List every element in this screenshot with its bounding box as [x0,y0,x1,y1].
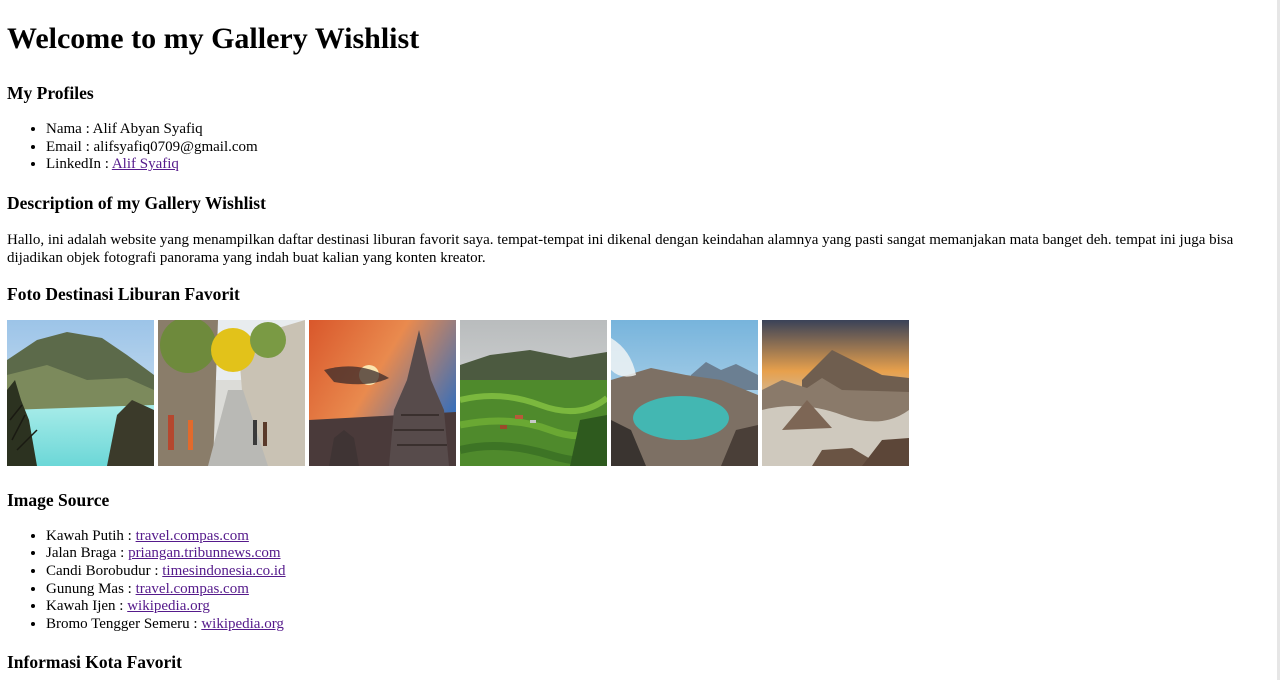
source-label: Gunung Mas : [46,580,136,597]
source-label: Candi Borobudur : [46,562,163,579]
source-label: Bromo Tengger Semeru : [46,615,202,632]
photos-heading: Foto Destinasi Liburan Favorit [7,283,240,304]
page-title: Welcome to my Gallery Wishlist [7,22,420,55]
profile-list: Nama : Alif Abyan Syafiq Email : alifsya… [7,121,1263,174]
description-text: Hallo, ini adalah website yang menampilk… [7,231,1234,266]
source-link-kawah-ijen[interactable]: wikipedia.org [127,598,210,614]
gunung-mas-photo [460,319,607,466]
list-item: Kawah Putih : travel.compas.com [46,528,1263,546]
email-value: alifsyafiq0709@gmail.com [93,138,258,155]
list-item: Jalan Braga : priangan.tribunnews.com [46,545,1263,563]
linkedin-link[interactable]: Alif Syafiq [112,156,179,172]
list-item: Kawah Ijen : wikipedia.org [46,598,1263,616]
source-link-jalan-braga[interactable]: priangan.tribunnews.com [128,545,280,561]
kawah-putih-photo [7,319,154,466]
image-source-heading: Image Source [7,489,110,510]
description-heading: Description of my Gallery Wishlist [7,192,266,213]
list-item: Nama : Alif Abyan Syafiq [46,121,1263,139]
list-item: Gunung Mas : travel.compas.com [46,581,1263,599]
source-label: Kawah Ijen : [46,598,128,615]
source-link-bromo[interactable]: wikipedia.org [201,616,284,632]
jalan-braga-photo [158,319,305,466]
kawah-ijen-photo [611,319,758,466]
list-item: Email : alifsyafiq0709@gmail.com [46,139,1263,157]
image-source-list: Kawah Putih : travel.compas.com Jalan Br… [7,528,1263,634]
bromo-photo [762,319,909,466]
source-link-candi-borobudur[interactable]: timesindonesia.co.id [162,563,285,579]
source-link-gunung-mas[interactable]: travel.compas.com [136,581,249,597]
candi-borobudur-photo [309,319,456,466]
city-info-heading: Informasi Kota Favorit [7,652,182,673]
photo-gallery [7,319,1263,466]
name-value: Alif Abyan Syafiq [92,121,203,137]
list-item: Candi Borobudur : timesindonesia.co.id [46,563,1263,581]
list-item: LinkedIn : Alif Syafiq [46,156,1263,174]
email-label: Email : [46,138,94,155]
name-label: Nama : [46,121,93,137]
source-label: Jalan Braga : [46,545,129,562]
linkedin-label: LinkedIn : [46,156,112,173]
page-content: Welcome to my Gallery Wishlist My Profil… [7,0,1263,672]
profiles-heading: My Profiles [7,83,94,103]
source-link-kawah-putih[interactable]: travel.compas.com [136,528,249,544]
list-item: Bromo Tengger Semeru : wikipedia.org [46,616,1263,634]
source-label: Kawah Putih : [46,527,136,544]
